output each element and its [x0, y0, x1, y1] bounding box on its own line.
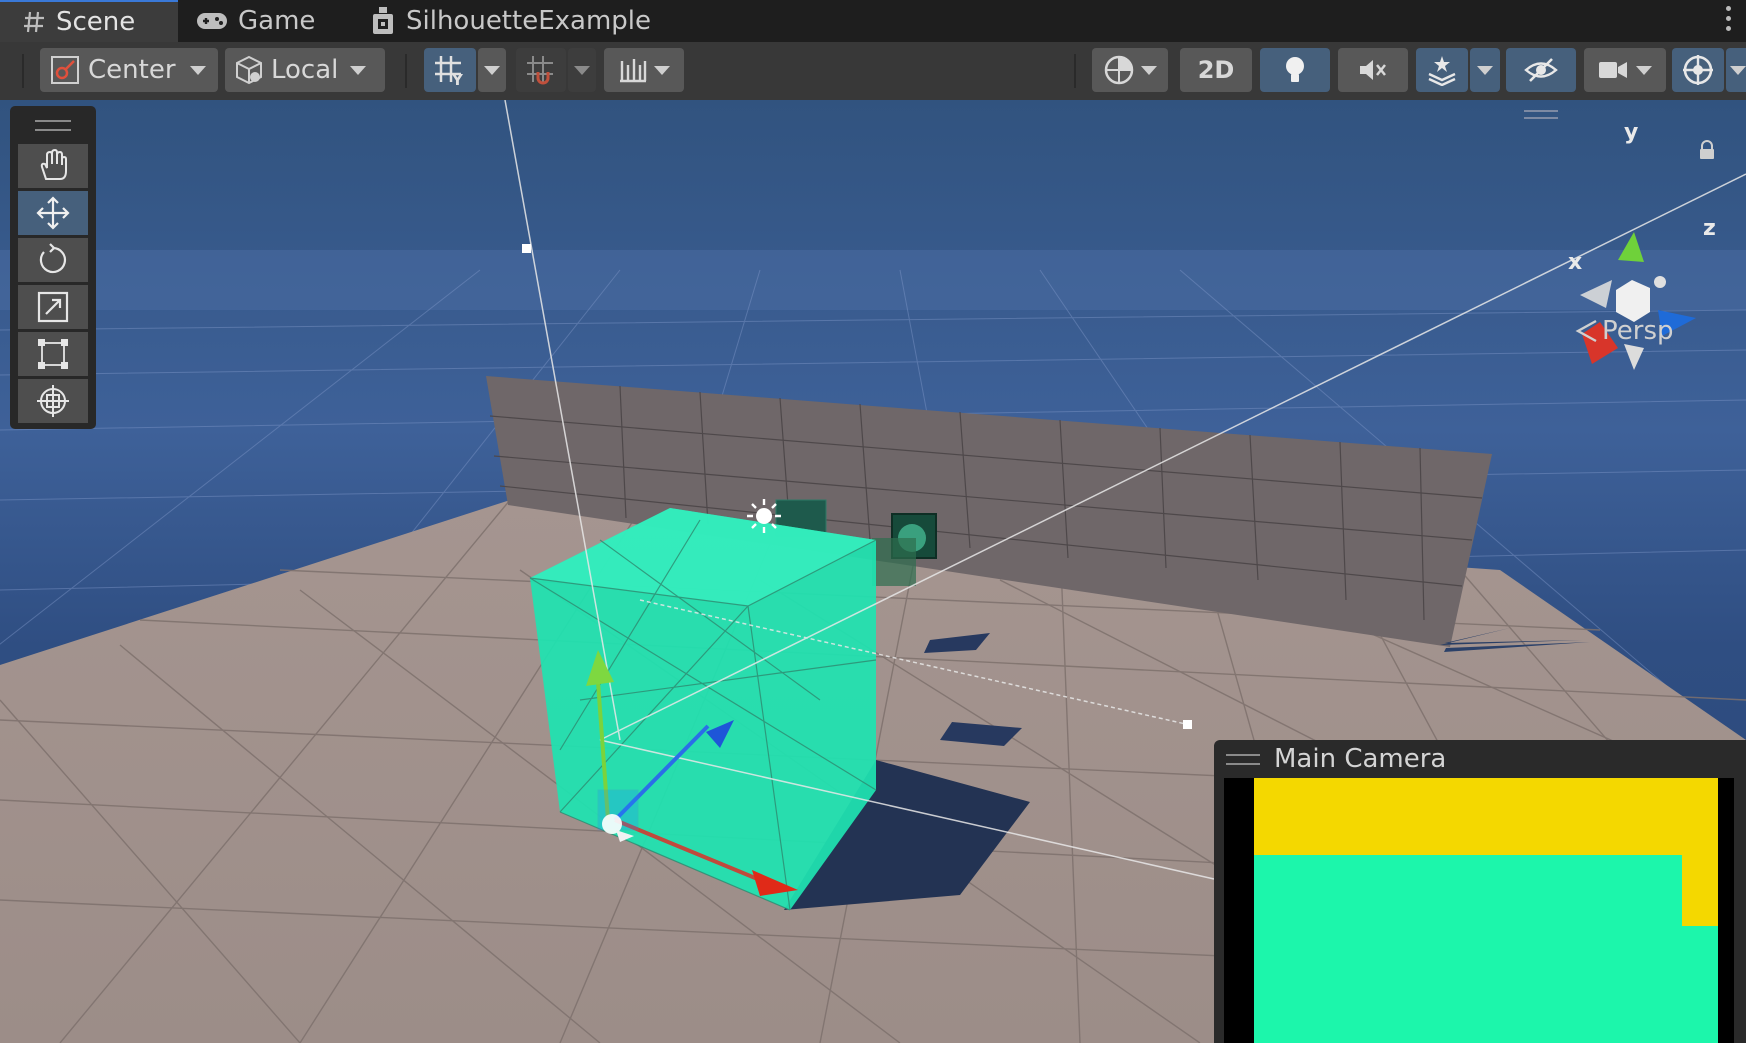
gizmo-x-label[interactable]: x: [1568, 250, 1582, 275]
chevron-down-icon: [189, 65, 206, 75]
panel-drag-handle[interactable]: [1226, 753, 1260, 765]
toolbar-separator: [1074, 54, 1076, 88]
mode-2d-toggle[interactable]: 2D: [1180, 48, 1252, 92]
rotate-icon: [36, 243, 70, 277]
video-camera-icon: [1598, 59, 1628, 81]
increment-snap-toggle[interactable]: [516, 48, 566, 92]
window-tab-bar: Scene Game SilhouetteExample: [0, 0, 1746, 42]
chevron-down-icon: [484, 65, 500, 75]
rect-tool-button[interactable]: [18, 332, 88, 376]
chevron-down-icon: [654, 65, 670, 75]
move-tool-button[interactable]: [18, 191, 88, 235]
pivot-center-dropdown[interactable]: Center: [40, 48, 218, 92]
gizmo-drag-handle[interactable]: [1524, 110, 1558, 119]
space-local-dropdown[interactable]: Local: [225, 48, 385, 92]
mode-2d-label: 2D: [1197, 56, 1235, 84]
more-options-icon[interactable]: [1726, 6, 1732, 31]
increment-snap-dropdown[interactable]: [568, 48, 596, 92]
transform-tool-button[interactable]: [18, 379, 88, 423]
scale-tool-button[interactable]: [18, 285, 88, 329]
hash-icon: [22, 10, 46, 34]
toolbar-separator: [22, 54, 24, 88]
tab-scene[interactable]: Scene: [0, 0, 178, 42]
gizmos-dropdown[interactable]: [1726, 48, 1746, 92]
grid-snap-dropdown[interactable]: [478, 48, 506, 92]
cube-icon: [233, 54, 265, 86]
effects-layers-icon: [1426, 54, 1458, 86]
grid-snap-toggle[interactable]: Y: [424, 48, 476, 92]
hidden-eye-icon: [1524, 57, 1558, 83]
toolbar-separator: [405, 54, 407, 88]
lighting-toggle[interactable]: [1260, 48, 1330, 92]
tab-game[interactable]: Game: [196, 0, 315, 42]
chevron-left-icon: [1574, 318, 1598, 344]
scene-visibility-toggle[interactable]: [1506, 48, 1576, 92]
pivot-label: Center: [88, 55, 176, 85]
gizmo-z-label[interactable]: z: [1703, 216, 1716, 241]
chevron-down-icon: [1141, 65, 1157, 75]
camera-preview-panel: Main Camera: [1214, 740, 1746, 1043]
move-icon: [35, 195, 71, 231]
projection-toggle[interactable]: Persp: [1574, 316, 1674, 346]
lock-icon[interactable]: [1698, 140, 1716, 164]
rotate-tool-button[interactable]: [18, 238, 88, 282]
ruler-snap-dropdown[interactable]: [604, 48, 684, 92]
gizmo-globe-icon: [1681, 53, 1715, 87]
transform-icon: [35, 383, 71, 419]
svg-text:Y: Y: [451, 71, 464, 86]
chevron-down-icon: [1730, 65, 1746, 75]
tab-label: Scene: [56, 7, 136, 37]
grid-snap-icon: Y: [433, 54, 467, 86]
gizmo-y-label[interactable]: y: [1624, 120, 1638, 145]
preview-silhouette-edge: [1682, 926, 1718, 1043]
palette-drag-handle[interactable]: [35, 120, 71, 131]
scene-toolbar: Center Local Y 2D: [0, 42, 1746, 100]
chevron-down-icon: [350, 65, 367, 75]
draw-mode-dropdown[interactable]: [1092, 48, 1168, 92]
projection-label: Persp: [1602, 316, 1674, 346]
effects-dropdown[interactable]: [1470, 48, 1500, 92]
effects-toggle[interactable]: [1416, 48, 1468, 92]
gamepad-icon: [196, 10, 228, 32]
space-label: Local: [271, 55, 339, 85]
sphere-shading-icon: [1103, 54, 1135, 86]
gizmos-toggle[interactable]: [1672, 48, 1724, 92]
chevron-down-icon: [1636, 65, 1652, 75]
preview-silhouette: [1254, 855, 1682, 1043]
light-icon: [747, 499, 781, 533]
hand-tool-button[interactable]: [18, 144, 88, 188]
tab-label: SilhouetteExample: [406, 6, 651, 36]
prefab-icon: [370, 6, 396, 36]
lightbulb-icon: [1282, 54, 1308, 86]
chevron-down-icon: [574, 65, 590, 75]
scale-icon: [36, 290, 70, 324]
camera-preview-image: [1224, 778, 1734, 1043]
chevron-down-icon: [1477, 65, 1493, 75]
snap-magnet-icon: [525, 54, 557, 86]
tab-silhouette-example[interactable]: SilhouetteExample: [370, 0, 651, 42]
camera-preview-title: Main Camera: [1274, 744, 1447, 774]
camera-settings-dropdown[interactable]: [1584, 48, 1666, 92]
hand-icon: [36, 149, 70, 183]
ruler-icon: [618, 55, 648, 85]
tool-palette: [10, 106, 96, 429]
pivot-icon: [50, 55, 80, 85]
audio-toggle[interactable]: [1338, 48, 1408, 92]
tab-label: Game: [238, 6, 316, 36]
rect-icon: [36, 337, 70, 371]
audio-mute-icon: [1357, 56, 1389, 84]
